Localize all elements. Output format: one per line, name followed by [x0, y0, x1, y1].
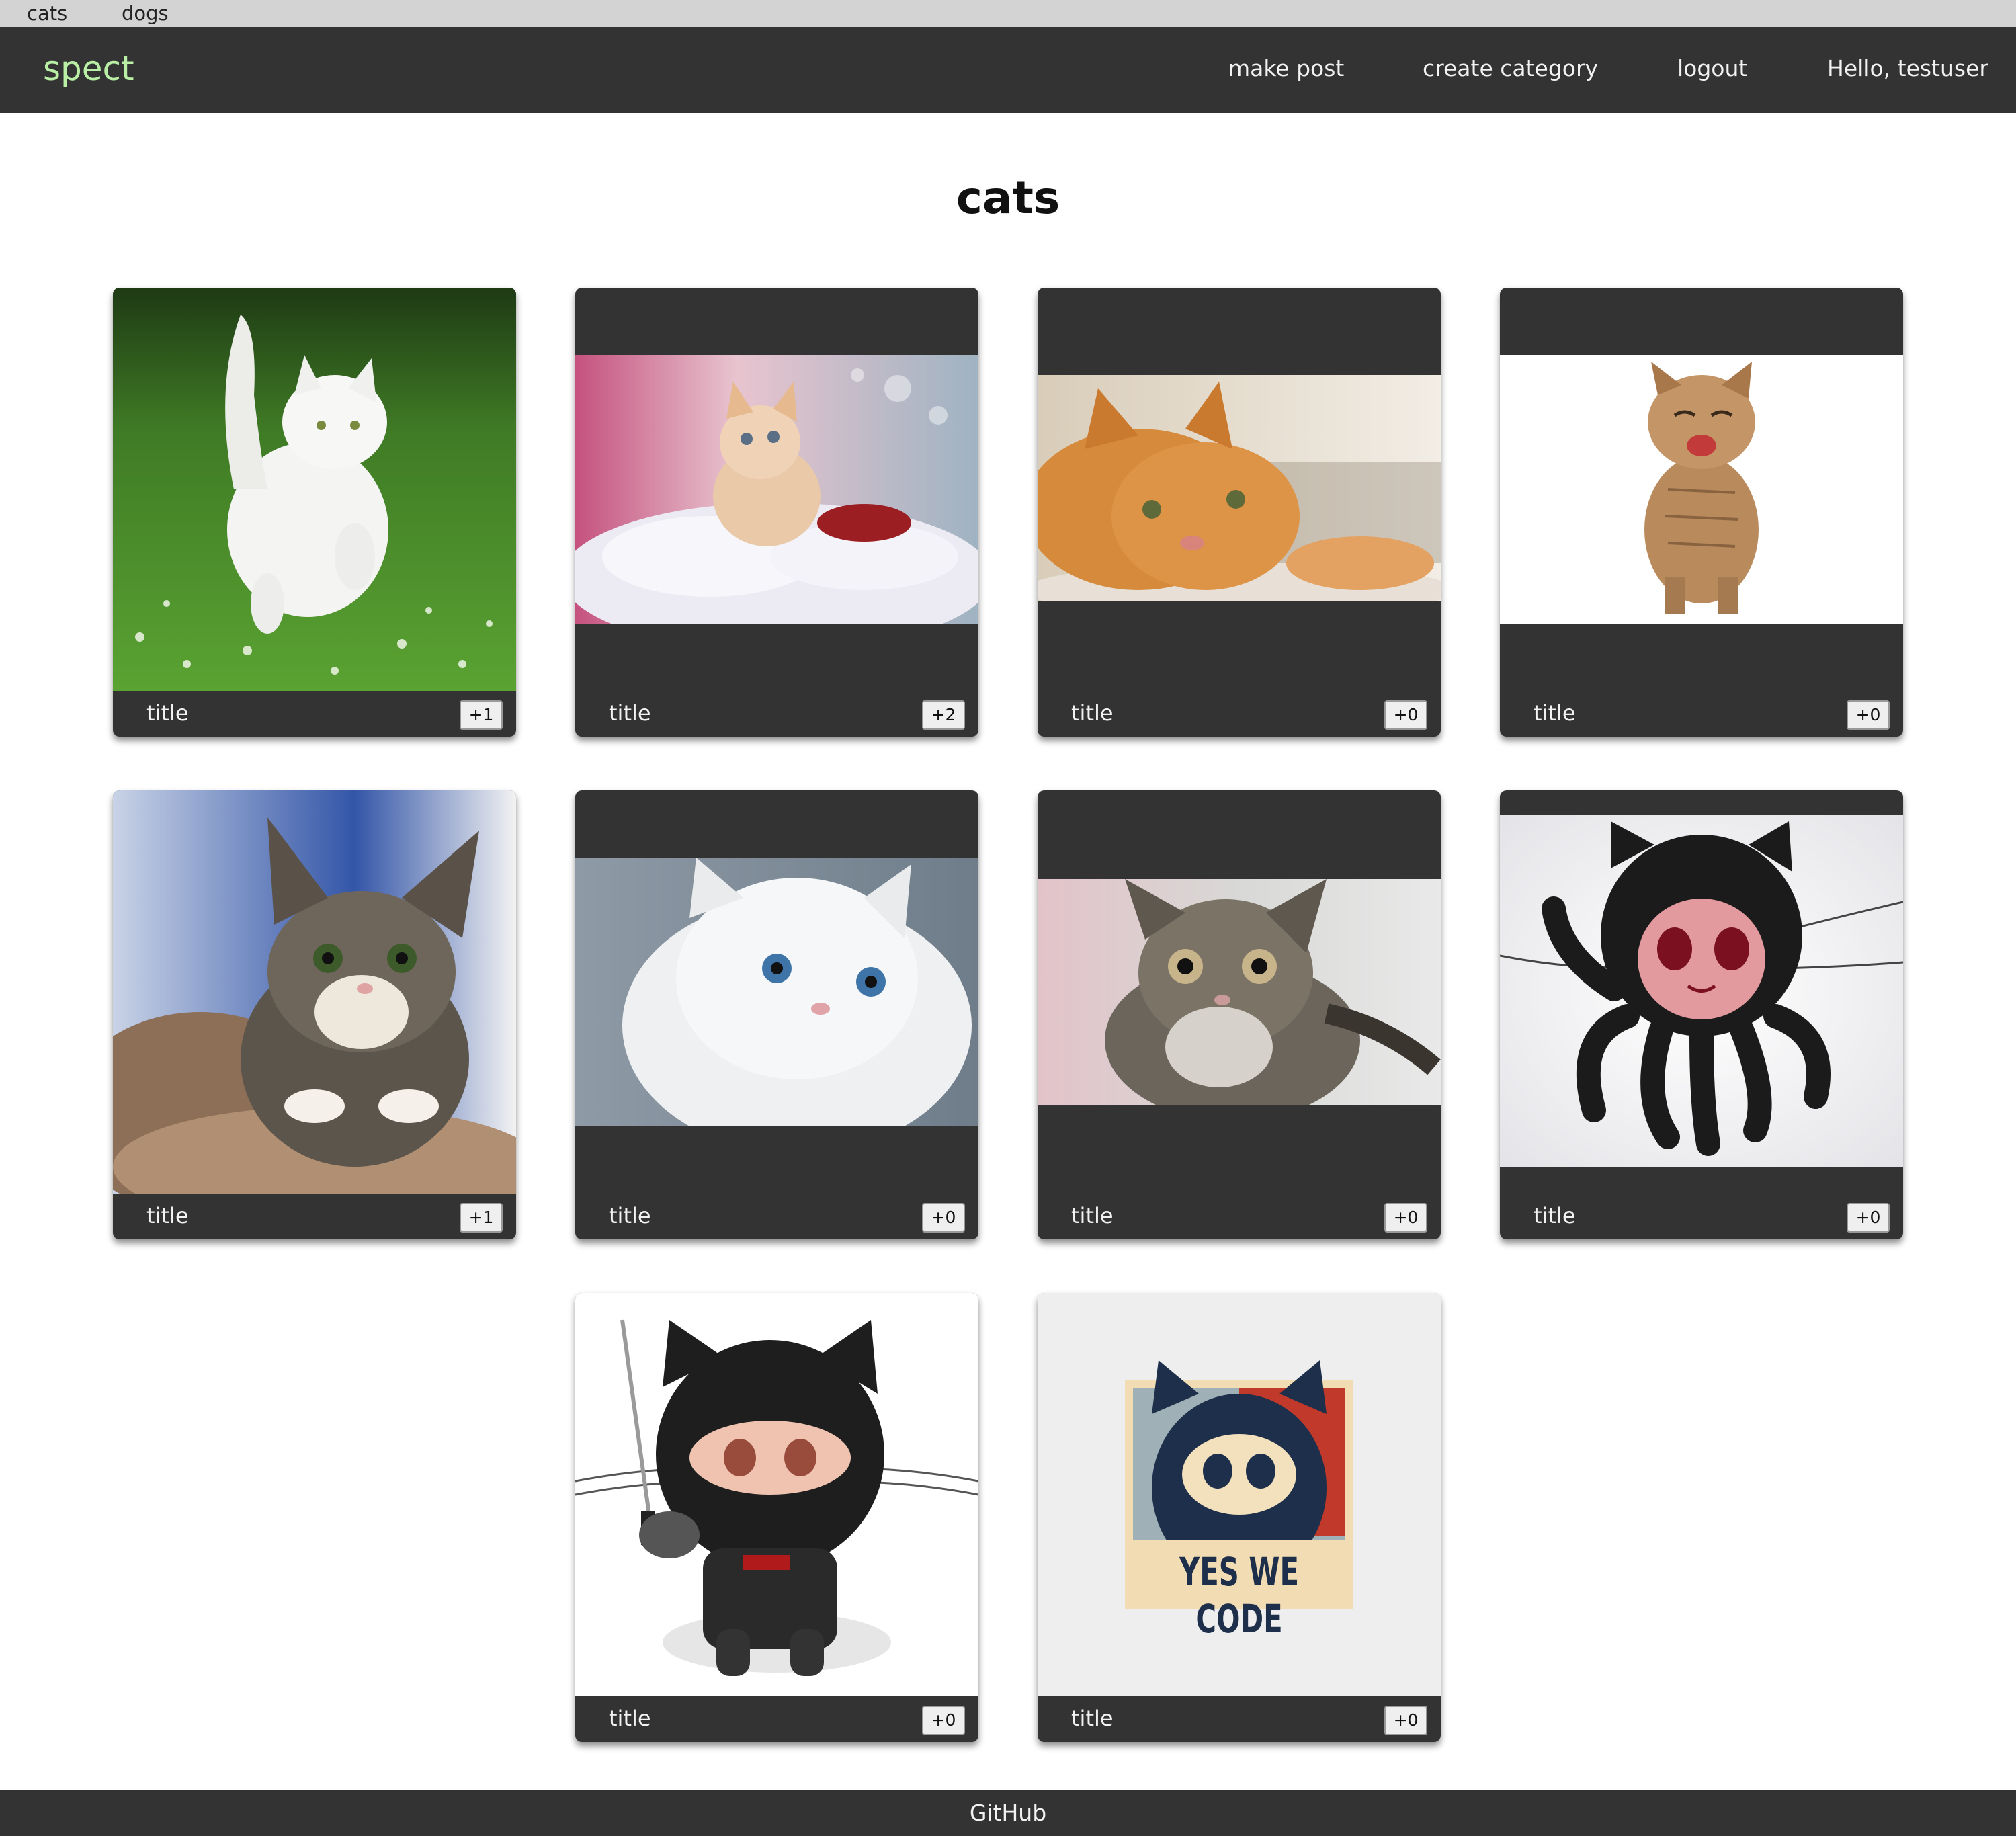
post-image[interactable]: [1500, 355, 1903, 624]
footer: GitHub: [0, 1790, 2016, 1836]
post-title[interactable]: title: [146, 1202, 189, 1230]
vote-button[interactable]: +0: [922, 1706, 965, 1735]
category-link-dogs[interactable]: dogs: [122, 1, 169, 26]
vote-button[interactable]: +0: [1847, 1203, 1890, 1233]
post-title[interactable]: title: [609, 1704, 651, 1733]
vote-button[interactable]: +0: [1384, 1706, 1427, 1735]
post-card[interactable]: title +1: [113, 790, 516, 1239]
post-image[interactable]: [575, 355, 978, 624]
user-greeting[interactable]: Hello, testuser: [1827, 54, 1988, 83]
page-title: cats: [956, 172, 1060, 224]
post-title[interactable]: title: [609, 699, 651, 727]
post-card[interactable]: YES WE CODE title +0: [1038, 1293, 1441, 1742]
post-title[interactable]: title: [609, 1202, 651, 1230]
post-image[interactable]: [1500, 815, 1903, 1167]
post-title[interactable]: title: [1534, 699, 1576, 727]
post-card[interactable]: title +0: [1038, 288, 1441, 737]
post-image[interactable]: [575, 858, 978, 1126]
post-image[interactable]: [113, 790, 516, 1194]
vote-button[interactable]: +0: [1847, 700, 1890, 730]
category-link-cats[interactable]: cats: [27, 1, 67, 26]
post-card[interactable]: title +1: [113, 288, 516, 737]
post-card[interactable]: title +0: [575, 1293, 978, 1742]
vote-button[interactable]: +0: [1384, 700, 1427, 730]
post-image[interactable]: [1038, 375, 1441, 601]
post-card[interactable]: title +0: [1038, 790, 1441, 1239]
post-card[interactable]: title +0: [575, 790, 978, 1239]
category-strip: cats dogs: [0, 0, 2016, 27]
post-card[interactable]: title +0: [1500, 790, 1903, 1239]
post-image[interactable]: [575, 1293, 978, 1696]
make-post-link[interactable]: make post: [1228, 54, 1344, 83]
vote-button[interactable]: +1: [460, 1203, 503, 1233]
vote-button[interactable]: +0: [1384, 1203, 1427, 1233]
post-title[interactable]: title: [1071, 1704, 1114, 1733]
post-title[interactable]: title: [1071, 1202, 1114, 1230]
github-link[interactable]: GitHub: [0, 1798, 2016, 1828]
brand-logo[interactable]: spect: [43, 47, 134, 90]
vote-button[interactable]: +2: [922, 700, 965, 730]
post-title[interactable]: title: [1071, 699, 1114, 727]
poster-caption: YES WE CODE: [1179, 1549, 1299, 1642]
post-title[interactable]: title: [146, 699, 189, 727]
post-image[interactable]: [1038, 879, 1441, 1105]
vote-button[interactable]: +1: [460, 700, 503, 730]
navbar: spect make post create category logout H…: [0, 27, 2016, 113]
post-card[interactable]: title +2: [575, 288, 978, 737]
post-title[interactable]: title: [1534, 1202, 1576, 1230]
vote-button[interactable]: +0: [922, 1203, 965, 1233]
logout-link[interactable]: logout: [1677, 54, 1747, 83]
create-category-link[interactable]: create category: [1423, 54, 1598, 83]
post-card[interactable]: title +0: [1500, 288, 1903, 737]
post-image[interactable]: [113, 288, 516, 691]
post-image[interactable]: YES WE CODE: [1038, 1293, 1441, 1696]
